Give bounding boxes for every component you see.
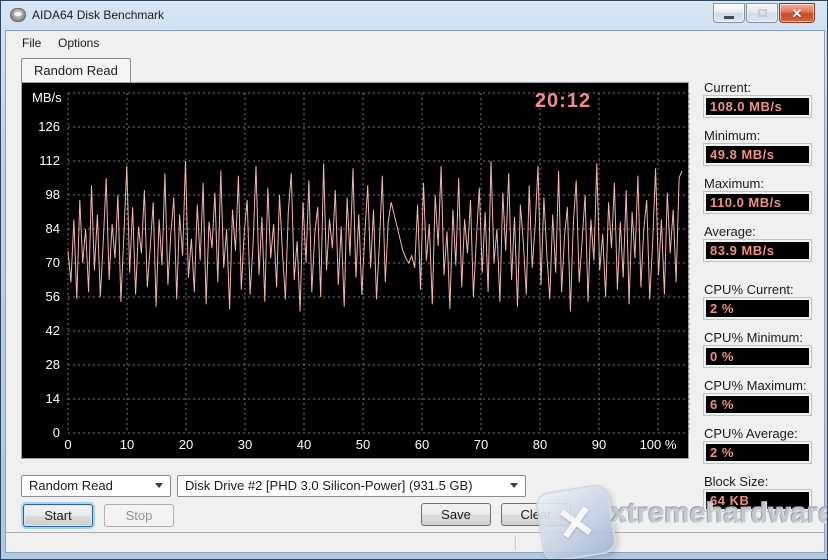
stat-value-cpu-average: 2 % <box>703 441 812 464</box>
app-window: AIDA64 Disk Benchmark ✕ File Options Ran… <box>0 0 828 560</box>
benchmark-type-value: Random Read <box>29 478 113 493</box>
stat-value-maximum: 110.0 MB/s <box>703 191 812 214</box>
drive-select-value: Disk Drive #2 [PHD 3.0 Silicon-Power] (9… <box>185 478 473 493</box>
watermark-text: xtremehardware.com <box>611 497 827 528</box>
title-bar[interactable]: AIDA64 Disk Benchmark ✕ <box>1 1 827 30</box>
x-axis-tick-label: 10 <box>119 437 135 452</box>
close-icon: ✕ <box>791 5 803 21</box>
y-axis-tick-label: 28 <box>45 357 60 372</box>
minimize-button[interactable] <box>713 3 745 23</box>
x-axis-tick-label: 60 <box>414 437 430 452</box>
x-axis-tick-label: 100 % <box>639 437 677 452</box>
x-axis-tick-label: 40 <box>296 437 312 452</box>
stat-value-current: 108.0 MB/s <box>703 95 812 118</box>
start-button[interactable]: Start <box>23 504 93 527</box>
chevron-down-icon <box>510 483 518 488</box>
y-axis-tick-label: 56 <box>45 289 60 304</box>
x-axis-tick-label: 0 <box>64 437 72 452</box>
x-logo-glyph: ✕ <box>552 494 600 552</box>
y-axis-tick-label: 70 <box>45 255 60 270</box>
maximize-button <box>746 3 778 23</box>
stat-label-maximum: Maximum: <box>704 176 764 191</box>
y-axis-tick-label: 42 <box>45 323 60 338</box>
stat-value-cpu-current: 2 % <box>703 297 812 320</box>
stat-label-current: Current: <box>704 80 751 95</box>
x-axis-tick-label: 90 <box>591 437 607 452</box>
save-button[interactable]: Save <box>421 503 491 526</box>
x-axis-tick-label: 80 <box>532 437 548 452</box>
menu-options[interactable]: Options <box>51 34 106 53</box>
xtremehardware-logo-icon: ✕ <box>533 482 619 559</box>
stat-label-block-size: Block Size: <box>704 474 769 489</box>
stat-value-average: 83.9 MB/s <box>703 239 812 262</box>
stat-label-average: Average: <box>704 224 756 239</box>
benchmark-chart-panel: MB/s 20:12 126 112 98 84 70 56 42 28 14 0 0 10 20 30 4… <box>21 82 690 459</box>
y-axis-tick-label: 126 <box>38 119 60 134</box>
tab-random-read[interactable]: Random Read <box>21 58 131 82</box>
stat-label-cpu-current: CPU% Current: <box>704 282 794 297</box>
stat-value-cpu-minimum: 0 % <box>703 345 812 368</box>
stat-value-minimum: 49.8 MB/s <box>703 143 812 166</box>
stat-label-minimum: Minimum: <box>704 128 761 143</box>
y-axis-tick-label: 14 <box>45 391 60 406</box>
menu-file[interactable]: File <box>15 34 48 53</box>
stat-value-cpu-maximum: 6 % <box>703 393 812 416</box>
y-axis-tick-label: 84 <box>45 221 60 236</box>
drive-select[interactable]: Disk Drive #2 [PHD 3.0 Silicon-Power] (9… <box>177 475 526 497</box>
window-title: AIDA64 Disk Benchmark <box>32 8 165 22</box>
stat-label-cpu-maximum: CPU% Maximum: <box>704 378 807 393</box>
chevron-down-icon <box>155 483 163 488</box>
status-bar-divider <box>515 536 516 550</box>
app-icon <box>10 8 26 22</box>
y-axis-unit-label: MB/s <box>32 90 62 105</box>
x-axis-tick-label: 30 <box>237 437 253 452</box>
benchmark-chart <box>67 92 690 434</box>
close-button[interactable]: ✕ <box>779 3 815 23</box>
minimize-icon <box>724 15 734 19</box>
stat-label-cpu-average: CPU% Average: <box>704 426 798 441</box>
y-axis-tick-label: 112 <box>39 153 60 168</box>
stop-button: Stop <box>104 504 174 527</box>
x-axis-tick-label: 50 <box>355 437 371 452</box>
maximize-icon <box>757 9 767 17</box>
y-axis-tick-label: 98 <box>45 187 60 202</box>
x-axis-tick-label: 70 <box>473 437 489 452</box>
y-axis-tick-label: 0 <box>52 425 60 440</box>
status-bar <box>6 532 824 552</box>
x-axis-tick-label: 20 <box>178 437 194 452</box>
elapsed-time-label: 20:12 <box>534 90 592 112</box>
transfer-rate-line <box>67 160 683 312</box>
stat-label-cpu-minimum: CPU% Minimum: <box>704 330 803 345</box>
benchmark-type-select[interactable]: Random Read <box>21 475 171 497</box>
